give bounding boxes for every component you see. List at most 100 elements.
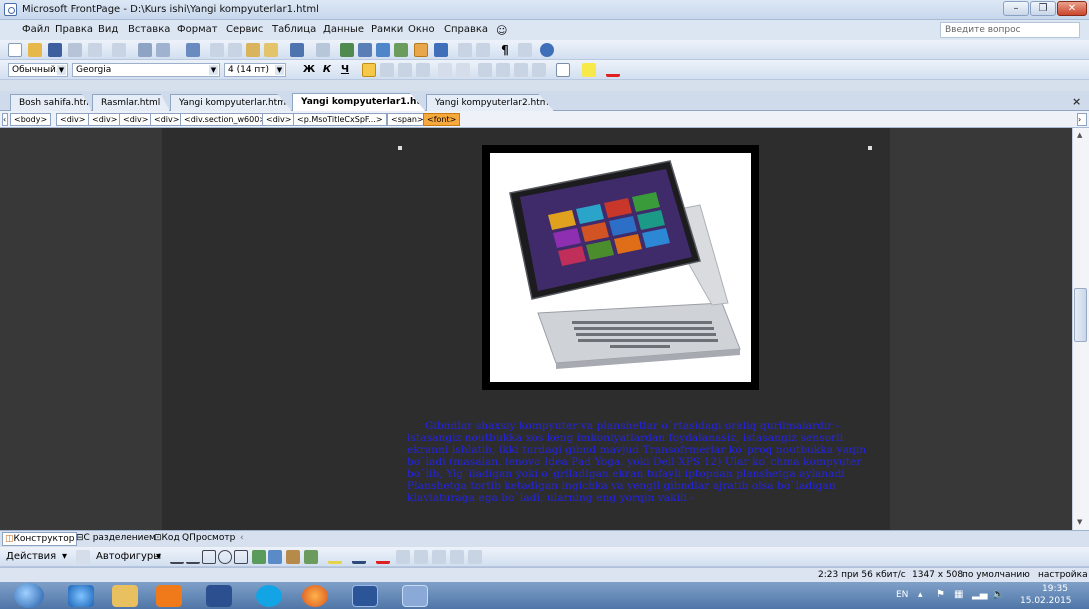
justify-icon[interactable]	[416, 63, 430, 77]
flag-icon[interactable]: ⚑	[936, 589, 945, 600]
italic-button[interactable]: К	[320, 63, 334, 77]
decrease-indent-icon[interactable]	[514, 63, 528, 77]
scroll-up-icon[interactable]: ▲	[1077, 131, 1082, 139]
align-center-icon[interactable]	[380, 63, 394, 77]
laptop-tablet-image[interactable]	[482, 145, 759, 390]
anchor-icon[interactable]	[518, 43, 532, 57]
quick-tag[interactable]: <p.MsoTitleCxSpF...>	[293, 113, 387, 126]
bold-button[interactable]: Ж	[302, 63, 316, 77]
undo-icon[interactable]	[290, 43, 304, 57]
3d-icon[interactable]	[468, 550, 482, 564]
menu-format[interactable]: Формат	[177, 24, 218, 35]
maximize-button[interactable]: ❐	[1030, 1, 1056, 16]
menu-view[interactable]: Вид	[98, 24, 118, 35]
tab-split-view[interactable]: ⊟С разделением	[74, 532, 158, 546]
help-icon[interactable]: ☺	[496, 24, 507, 37]
skype-icon[interactable]	[256, 585, 282, 607]
stop-icon[interactable]	[476, 43, 490, 57]
redo-icon[interactable]	[316, 43, 330, 57]
arrow-style-icon[interactable]	[432, 550, 446, 564]
menu-window[interactable]: Окно	[408, 24, 435, 35]
new-page-icon[interactable]	[8, 43, 22, 57]
menu-edit[interactable]: Правка	[55, 24, 93, 35]
copy-icon[interactable]	[228, 43, 242, 57]
publish-icon[interactable]	[88, 43, 102, 57]
drawing-icon[interactable]	[414, 43, 428, 57]
language-indicator[interactable]: EN	[896, 590, 908, 600]
tab-preview[interactable]: QПросмотр	[180, 532, 237, 546]
print-preview-icon[interactable]	[156, 43, 170, 57]
view-scroll-left-icon[interactable]: ‹	[238, 532, 246, 546]
internet-explorer-icon[interactable]	[68, 585, 94, 607]
design-canvas[interactable]: Gibndlar shaxsiy kompyuter va planshetla…	[0, 128, 1072, 530]
clock-date[interactable]: 15.02.2015	[1020, 596, 1072, 606]
frontpage-app-icon[interactable]	[4, 3, 17, 16]
menu-tools[interactable]: Сервис	[226, 24, 263, 35]
body-paragraph[interactable]: Gibndlar shaxsiy kompyuter va planshetla…	[407, 420, 887, 504]
quick-tag-active[interactable]: <font>	[423, 113, 461, 126]
increase-indent-icon[interactable]	[532, 63, 546, 77]
format-painter-icon[interactable]	[264, 43, 278, 57]
font-select[interactable]: Georgia ▼	[72, 63, 220, 77]
align-right-icon[interactable]	[398, 63, 412, 77]
show-all-icon[interactable]: ¶	[498, 43, 512, 57]
fill-color-icon[interactable]	[328, 550, 342, 564]
decrease-font-icon[interactable]	[456, 63, 470, 77]
shadow-icon[interactable]	[450, 550, 464, 564]
minimize-button[interactable]: –	[1003, 1, 1029, 16]
actions-menu[interactable]: Действия	[6, 551, 56, 562]
textbox-icon[interactable]	[234, 550, 248, 564]
explorer-folder-icon[interactable]	[112, 585, 138, 607]
menu-insert[interactable]: Вставка	[128, 24, 170, 35]
oval-icon[interactable]	[218, 550, 232, 564]
quick-tag[interactable]: <div>	[119, 113, 153, 126]
paste-icon[interactable]	[246, 43, 260, 57]
print-icon[interactable]	[138, 43, 152, 57]
tab-design-view[interactable]: ◫Конструктор	[2, 532, 78, 546]
quick-tag[interactable]: <span>	[387, 113, 428, 126]
spelling-icon[interactable]	[186, 43, 200, 57]
select-pointer-icon[interactable]	[76, 550, 90, 564]
draw-font-color-icon[interactable]	[376, 550, 390, 564]
style-select[interactable]: Обычный.Msc▼	[8, 63, 68, 77]
quick-tag[interactable]: <div>	[88, 113, 122, 126]
signal-icon[interactable]: ▂▄	[972, 589, 987, 600]
insert-table-icon[interactable]	[358, 43, 372, 57]
clock-time[interactable]: 19:35	[1042, 584, 1068, 594]
tray-expand-icon[interactable]: ▴	[918, 590, 923, 600]
font-color-icon[interactable]	[606, 63, 620, 77]
close-tab-icon[interactable]: ×	[1072, 95, 1081, 108]
tab-yangi-kompyuterlar2[interactable]: Yangi kompyuterlar2.html	[426, 94, 554, 111]
quick-tag[interactable]: <div>	[56, 113, 90, 126]
frontpage-taskbar-icon[interactable]	[206, 585, 232, 607]
font-size-select[interactable]: 4 (14 пт) ▼	[224, 63, 286, 77]
page-size[interactable]: 1347 x 508	[912, 570, 963, 580]
highlight-icon[interactable]	[582, 63, 596, 77]
insert-layer-icon[interactable]	[340, 43, 354, 57]
ask-question-input[interactable]: Введите вопрос	[940, 22, 1080, 38]
line-color-icon[interactable]	[352, 550, 366, 564]
menu-frames[interactable]: Рамки	[371, 24, 403, 35]
line-icon[interactable]	[170, 550, 184, 564]
cut-icon[interactable]	[210, 43, 224, 57]
close-button[interactable]: ✕	[1057, 1, 1087, 16]
tab-yangi-kompyuterlar1[interactable]: Yangi kompyuterlar1.html	[292, 93, 426, 112]
quick-tag[interactable]: <body>	[10, 113, 52, 126]
doctype-mode[interactable]: по умолчанию	[962, 570, 1030, 580]
menu-data[interactable]: Данные	[323, 24, 364, 35]
tag-scroll-right-icon[interactable]: ›	[1077, 113, 1087, 126]
quick-tag[interactable]: <div>	[262, 113, 296, 126]
start-button-icon[interactable]	[14, 583, 44, 608]
active-window-icon[interactable]	[402, 585, 428, 607]
save-icon[interactable]	[48, 43, 62, 57]
borders-icon[interactable]	[556, 63, 570, 77]
arrow-icon[interactable]	[186, 550, 200, 564]
word-icon[interactable]	[352, 585, 378, 607]
diagram-icon[interactable]	[268, 550, 282, 564]
tab-code-view[interactable]: ⊡Код	[152, 532, 182, 546]
picture-icon[interactable]	[304, 550, 318, 564]
insert-picture-icon[interactable]	[394, 43, 408, 57]
scrollbar-thumb[interactable]	[1074, 288, 1087, 342]
insert-frame-icon[interactable]	[376, 43, 390, 57]
refresh-icon[interactable]	[458, 43, 472, 57]
